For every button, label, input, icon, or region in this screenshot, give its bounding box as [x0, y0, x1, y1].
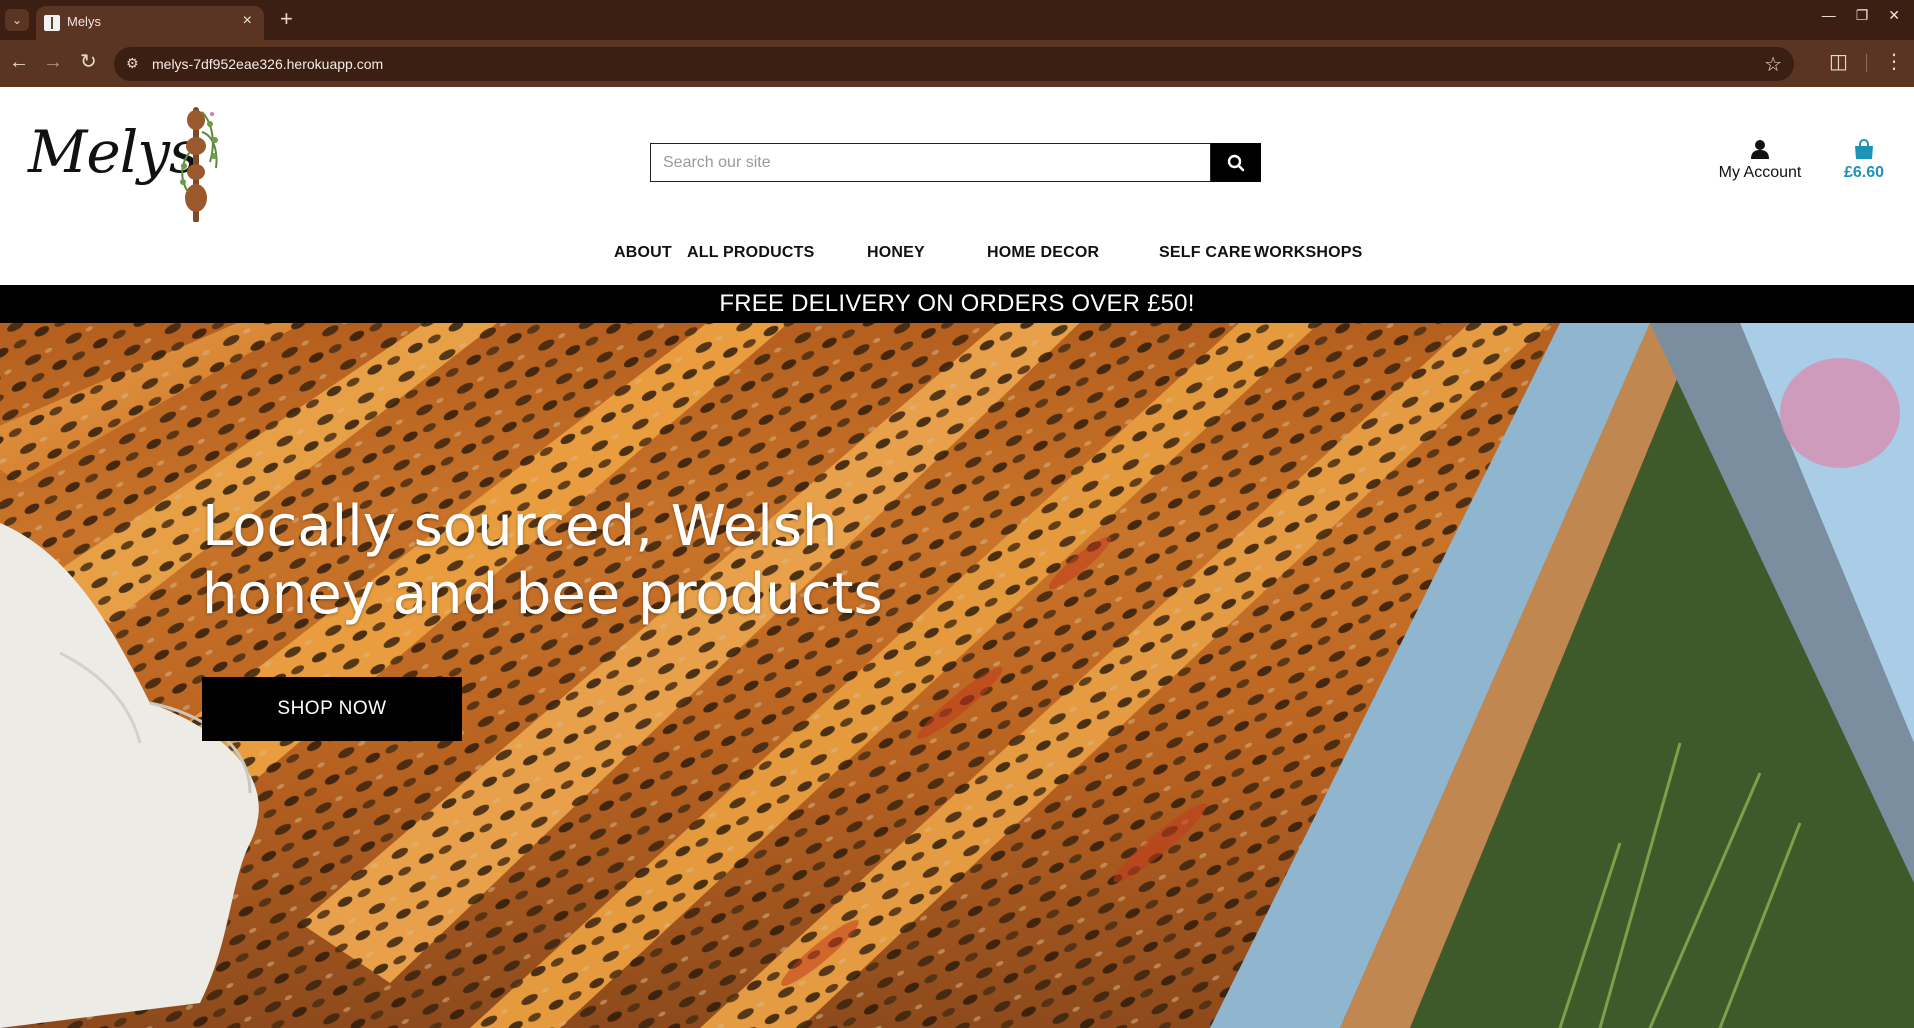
extensions-icon[interactable]: ◫ [1829, 49, 1848, 74]
beehive-hero-image [0, 323, 1914, 1028]
browser-tab-strip: ⌄ Melys × + — ❐ ✕ [0, 0, 1914, 40]
back-arrow-icon[interactable]: ← [9, 51, 29, 73]
url-text[interactable]: melys-7df952eae326.herokuapp.com [152, 56, 383, 72]
browser-toolbar: ← → ↻ ⚙ melys-7df952eae326.herokuapp.com… [0, 40, 1914, 87]
nav-item-honey[interactable]: HONEY [867, 244, 925, 262]
user-icon [1751, 140, 1769, 159]
search-icon [1227, 154, 1245, 171]
hero-section: Locally sourced, Welsh honey and bee pro… [0, 323, 1914, 1028]
chevron-down-icon: ⌄ [11, 13, 23, 27]
site-favicon-icon [44, 15, 60, 31]
nav-item-self-care[interactable]: SELF CARE [1159, 244, 1251, 262]
my-account-link[interactable]: My Account [1710, 138, 1810, 182]
address-bar[interactable]: ⚙ melys-7df952eae326.herokuapp.com ☆ [114, 47, 1794, 81]
nav-item-all-products[interactable]: ALL PRODUCTS [687, 244, 814, 262]
hero-heading: Locally sourced, Welsh honey and bee pro… [202, 494, 883, 627]
window-controls: — ❐ ✕ [1822, 7, 1900, 24]
close-window-icon[interactable]: ✕ [1888, 7, 1900, 24]
shopping-bag-link[interactable]: £6.60 [1836, 138, 1892, 182]
forward-arrow-icon[interactable]: → [43, 51, 63, 73]
nav-item-home-decor[interactable]: HOME DECOR [987, 244, 1099, 262]
tab-title: Melys [67, 14, 101, 29]
tab-search-button[interactable]: ⌄ [5, 9, 29, 31]
shopping-bag-icon [1855, 139, 1873, 159]
search-button[interactable] [1211, 143, 1261, 182]
minimize-icon[interactable]: — [1822, 7, 1836, 24]
restore-icon[interactable]: ❐ [1856, 7, 1869, 24]
nav-item-about[interactable]: ABOUT [614, 244, 672, 262]
shop-now-button[interactable]: SHOP NOW [202, 677, 462, 741]
free-delivery-banner: FREE DELIVERY ON ORDERS OVER £50! [0, 285, 1914, 323]
browser-tab[interactable]: Melys × [36, 6, 264, 40]
site-logo[interactable]: Melys [28, 102, 228, 222]
main-navigation: ABOUT ALL PRODUCTS HONEY HOME DECOR SELF… [0, 244, 1914, 270]
my-account-label: My Account [1718, 164, 1802, 181]
star-icon[interactable]: ☆ [1764, 52, 1782, 77]
plus-icon[interactable]: + [280, 7, 293, 31]
nav-item-workshops[interactable]: WORKSHOPS [1254, 244, 1362, 262]
kebab-menu-icon[interactable]: ⋮ [1884, 49, 1904, 74]
toolbar-divider [1866, 54, 1867, 72]
search-input[interactable] [650, 143, 1211, 182]
site-info-icon[interactable]: ⚙ [126, 55, 139, 72]
close-icon[interactable]: × [243, 12, 252, 30]
honey-dipper-icon [180, 107, 218, 222]
bag-total: £6.60 [1843, 164, 1885, 181]
reload-icon[interactable]: ↻ [80, 51, 97, 73]
site-search [650, 143, 1261, 182]
